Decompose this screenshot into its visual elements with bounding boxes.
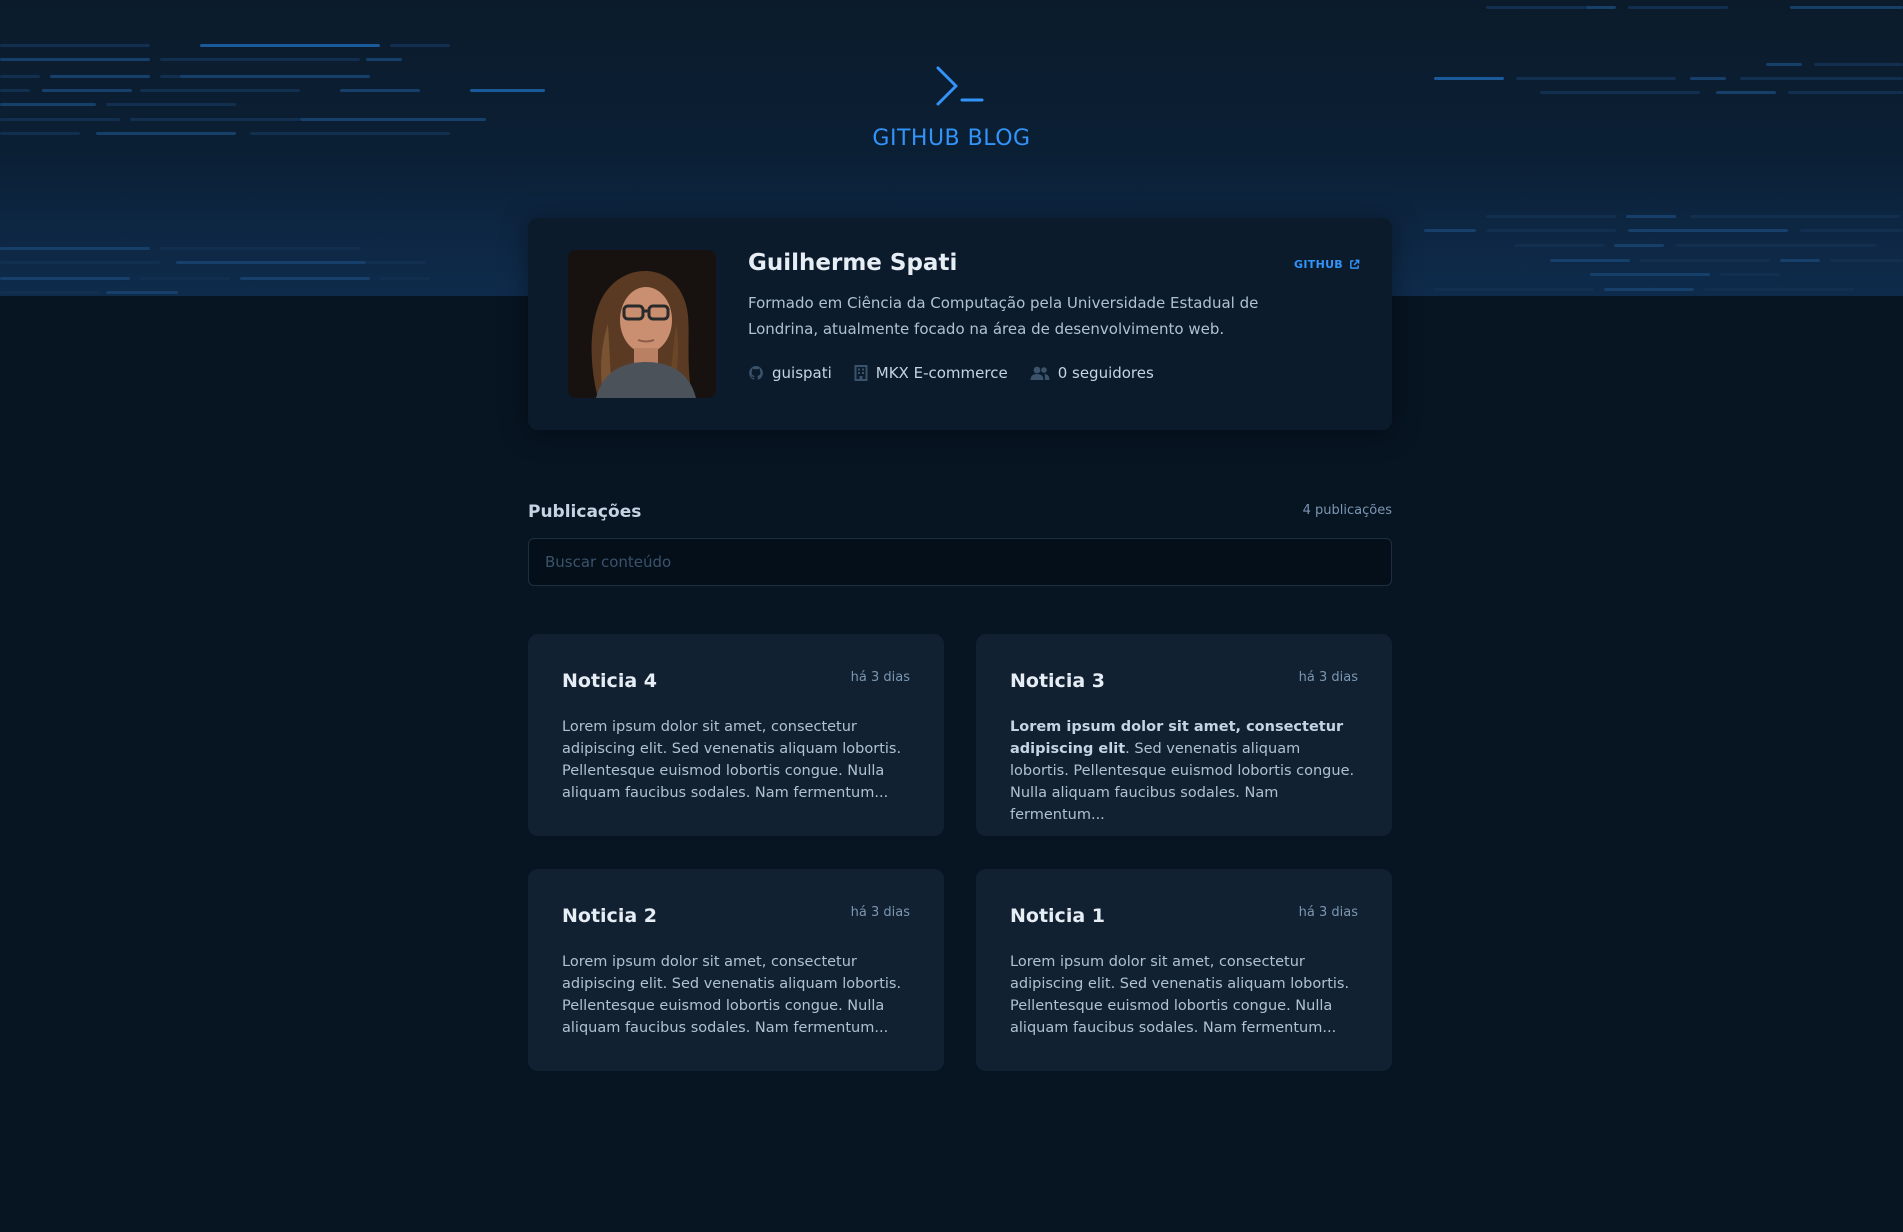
post-date: há 3 dias xyxy=(1298,670,1358,685)
avatar xyxy=(568,250,716,398)
github-link-label: GITHUB xyxy=(1294,258,1343,271)
profile-card: Guilherme Spati GITHUB Formado em Ciênci… xyxy=(528,218,1392,430)
post-excerpt-text: Lorem ipsum dolor sit amet, consectetur … xyxy=(562,954,902,1036)
post-date: há 3 dias xyxy=(1298,905,1358,920)
site-title: GITHUB BLOG xyxy=(872,126,1031,151)
company-label: MKX E-commerce xyxy=(875,364,1008,382)
post-excerpt: Lorem ipsum dolor sit amet, consectetur … xyxy=(562,951,912,1039)
post-card[interactable]: Noticia 2 há 3 dias Lorem ipsum dolor si… xyxy=(528,869,944,1071)
post-date: há 3 dias xyxy=(850,670,910,685)
building-icon xyxy=(854,365,868,381)
terminal-prompt-icon xyxy=(936,66,984,106)
username-label: guispati xyxy=(772,364,832,382)
post-title: Noticia 1 xyxy=(1010,905,1105,927)
profile-name: Guilherme Spati xyxy=(748,250,958,276)
users-icon xyxy=(1030,366,1050,380)
post-title: Noticia 4 xyxy=(562,670,657,692)
meta-username: guispati xyxy=(748,364,832,382)
post-card[interactable]: Noticia 3 há 3 dias Lorem ipsum dolor si… xyxy=(976,634,1392,836)
post-card[interactable]: Noticia 1 há 3 dias Lorem ipsum dolor si… xyxy=(976,869,1392,1071)
post-excerpt: Lorem ipsum dolor sit amet, consectetur … xyxy=(1010,951,1360,1039)
post-excerpt: Lorem ipsum dolor sit amet, consectetur … xyxy=(562,716,912,804)
post-card[interactable]: Noticia 4 há 3 dias Lorem ipsum dolor si… xyxy=(528,634,944,836)
post-excerpt-text: Lorem ipsum dolor sit amet, consectetur … xyxy=(562,719,902,801)
profile-bio: Formado em Ciência da Computação pela Un… xyxy=(748,294,1259,338)
post-title: Noticia 2 xyxy=(562,905,657,927)
external-link-icon xyxy=(1350,259,1360,269)
publications-title: Publicações xyxy=(528,502,642,522)
profile-meta: guispati MKX E-commerce 0 seguidores xyxy=(748,364,1154,382)
search-input[interactable] xyxy=(528,538,1392,586)
meta-followers: 0 seguidores xyxy=(1030,364,1154,382)
post-excerpt: Lorem ipsum dolor sit amet, consectetur … xyxy=(1010,716,1360,826)
publications-count: 4 publicações xyxy=(1302,503,1392,518)
meta-company: MKX E-commerce xyxy=(854,364,1008,382)
github-link[interactable]: GITHUB xyxy=(1294,258,1360,271)
followers-label: 0 seguidores xyxy=(1057,364,1154,382)
github-icon xyxy=(749,366,763,380)
post-excerpt-text: Lorem ipsum dolor sit amet, consectetur … xyxy=(1010,954,1350,1036)
post-date: há 3 dias xyxy=(850,905,910,920)
post-title: Noticia 3 xyxy=(1010,670,1105,692)
